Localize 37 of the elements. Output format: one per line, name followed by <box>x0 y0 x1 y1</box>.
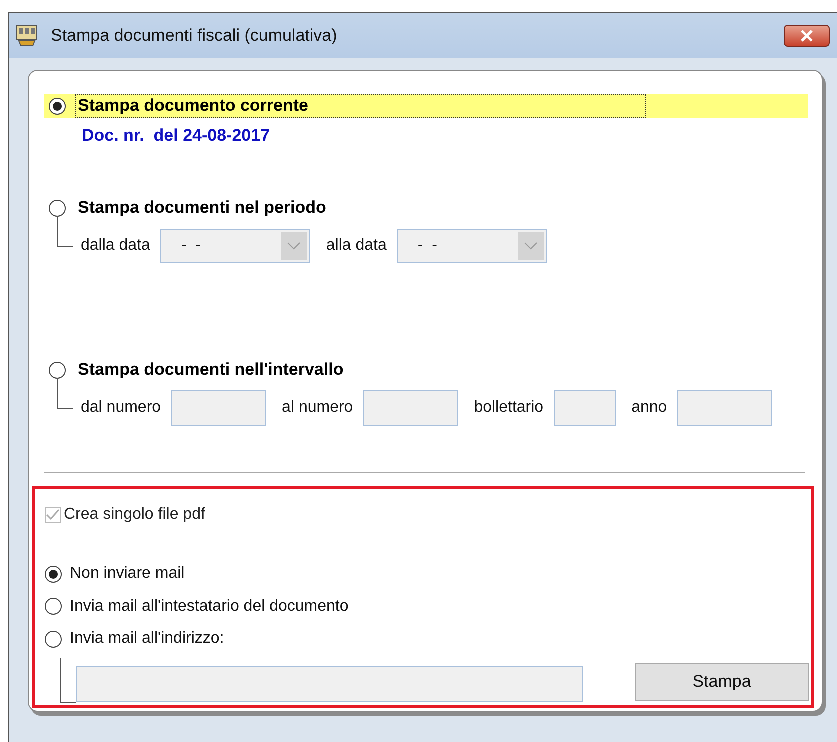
field-label: bollettario <box>474 399 544 417</box>
option-label: Stampa documenti nell'intervallo <box>77 359 345 381</box>
connector-line <box>57 216 73 246</box>
check-icon <box>46 509 60 521</box>
chevron-down-icon <box>524 242 538 250</box>
window-title: Stampa documenti fiscali (cumulativa) <box>51 26 338 46</box>
radio-button[interactable] <box>49 200 66 216</box>
field-label: anno <box>632 399 668 417</box>
input-field[interactable] <box>677 390 772 426</box>
date-dropdown[interactable]: - - <box>396 229 547 263</box>
document-info: Doc. nr. del 24-08-2017 <box>82 126 272 146</box>
input-field[interactable] <box>363 390 458 426</box>
close-icon <box>800 30 814 42</box>
option-label: Non inviare mail <box>70 565 185 584</box>
field-label: dalla data <box>81 237 150 255</box>
connector-line <box>57 378 73 408</box>
input-field[interactable] <box>554 390 616 426</box>
input-field[interactable] <box>171 390 266 426</box>
option-label: Stampa documenti nel periodo <box>77 197 328 219</box>
radio-button[interactable] <box>45 630 62 648</box>
field-label: al numero <box>282 399 354 417</box>
field-label: dal numero <box>81 399 162 417</box>
email-field[interactable] <box>76 666 583 702</box>
close-button[interactable] <box>784 24 830 46</box>
date-dropdown[interactable]: - - <box>160 229 310 263</box>
print-button[interactable]: Stampa <box>635 662 809 700</box>
field-label: alla data <box>326 237 387 255</box>
checkbox-label: Crea singolo file pdf <box>64 506 206 524</box>
radio-button[interactable] <box>49 98 66 114</box>
radio-button[interactable] <box>45 566 62 583</box>
option-label: Invia mail all'intestatario del documento <box>70 598 349 616</box>
app-icon <box>15 24 39 48</box>
radio-button[interactable] <box>45 598 62 616</box>
option-label: Stampa documento corrente <box>75 94 646 118</box>
chevron-down-icon <box>287 242 302 250</box>
option-label: Invia mail all'indirizzo: <box>70 630 224 648</box>
radio-button[interactable] <box>49 362 66 378</box>
